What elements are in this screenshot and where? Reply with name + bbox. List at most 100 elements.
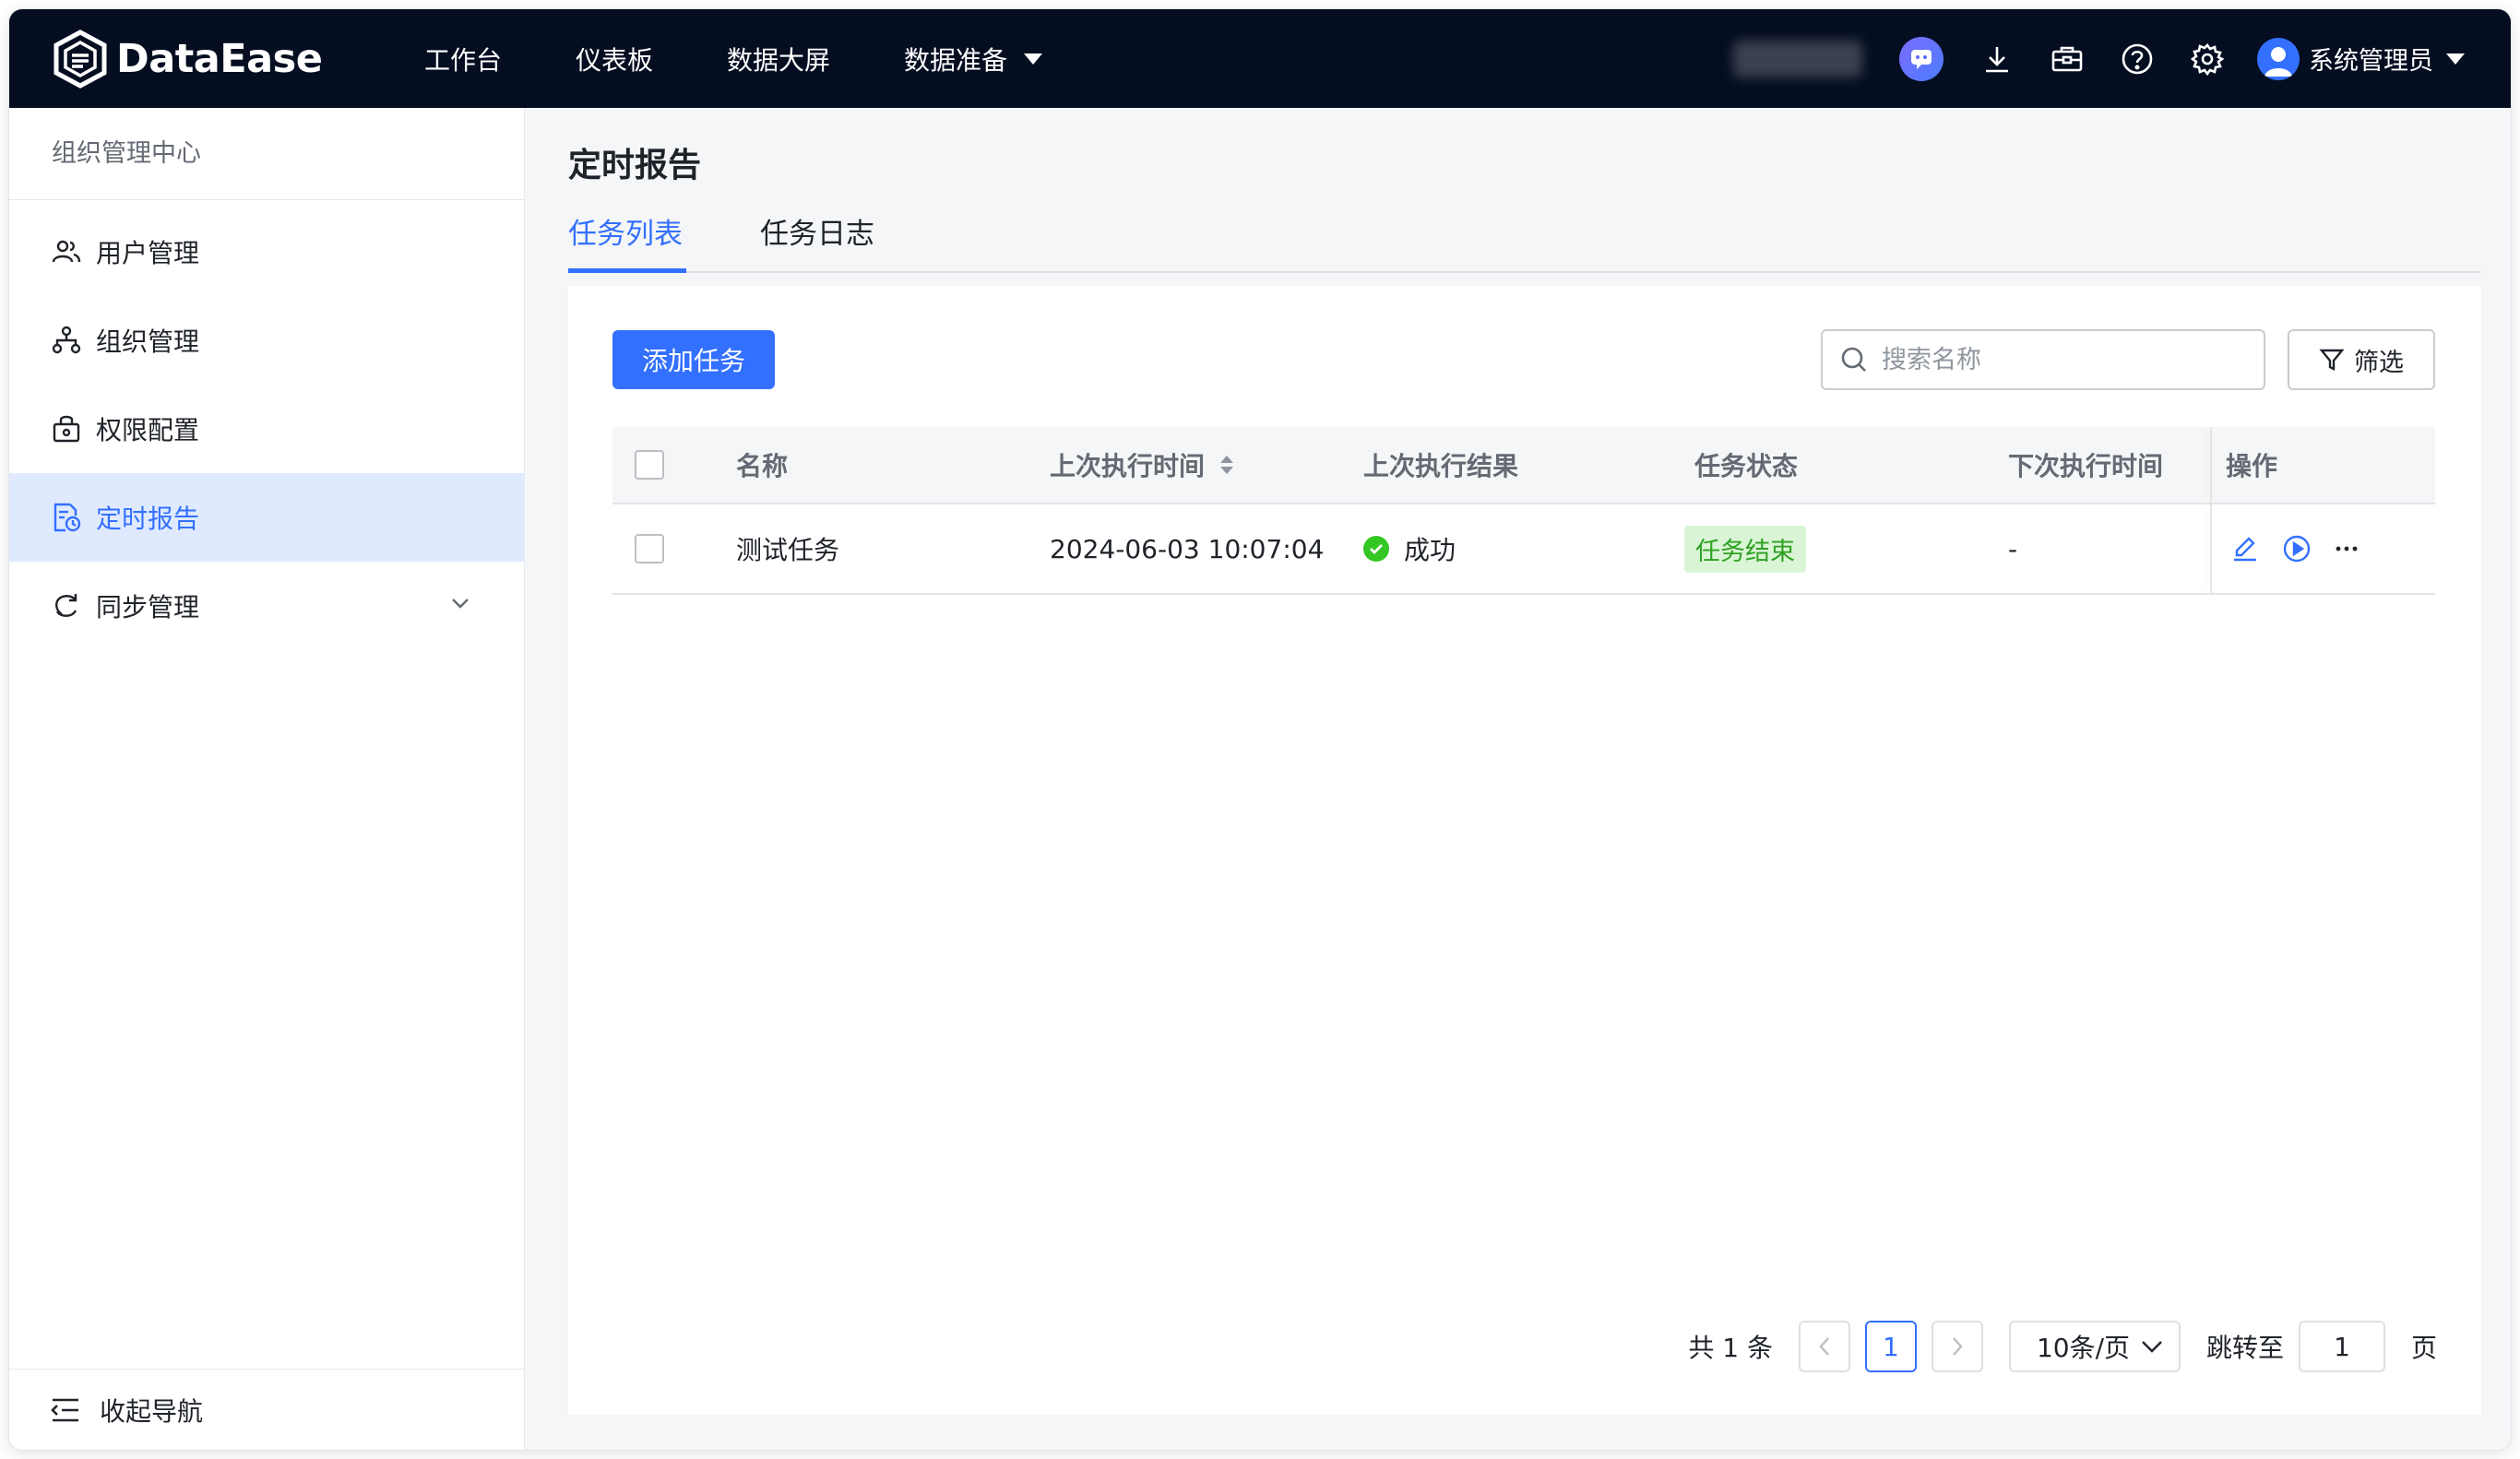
toolbox-icon[interactable] <box>2047 39 2087 79</box>
help-icon[interactable] <box>2117 39 2157 79</box>
app-name: DataEase <box>116 36 323 82</box>
logo[interactable]: DataEase <box>52 30 323 89</box>
sidebar-title: 组织管理中心 <box>9 108 524 200</box>
page-size-label: 10条/页 <box>2036 1333 2131 1363</box>
nav-item-dashboard[interactable]: 仪表板 <box>576 41 653 77</box>
tab-label: 任务列表 <box>568 218 683 251</box>
collapse-nav-label: 收起导航 <box>100 1395 204 1427</box>
filter-icon <box>2319 349 2345 371</box>
nav-item-data-screen[interactable]: 数据大屏 <box>727 41 830 77</box>
sidebar-item-label: 组织管理 <box>96 326 200 357</box>
select-all-cell <box>635 450 664 480</box>
last-run-time: 2024-06-03 10:07:04 <box>1050 533 1325 564</box>
row-checkbox[interactable] <box>635 534 664 563</box>
user-menu[interactable]: 系统管理员 <box>2257 37 2465 80</box>
tab-label: 任务日志 <box>760 218 874 251</box>
search-input[interactable] <box>1882 345 2232 374</box>
caret-down-icon <box>2446 53 2465 65</box>
column-header-last-result: 上次执行结果 <box>1363 451 1519 481</box>
chevron-left-icon <box>1819 1337 1829 1356</box>
column-divider <box>2210 504 2212 593</box>
column-header-next-run-time: 下次执行时间 <box>2008 451 2164 481</box>
user-name: 系统管理员 <box>2309 47 2433 76</box>
nav-item-label: 仪表板 <box>576 44 654 76</box>
chevron-down-icon <box>2142 1341 2162 1353</box>
sidebar-item-label: 同步管理 <box>96 592 200 623</box>
row-actions <box>2229 533 2362 564</box>
more-icon[interactable] <box>2331 533 2362 564</box>
chevron-down-icon <box>452 599 469 609</box>
status-badge: 任务结束 <box>1684 525 1806 573</box>
sort-icon[interactable] <box>1218 453 1236 477</box>
nav-item-label: 工作台 <box>424 44 503 76</box>
sidebar-item-users[interactable]: 用户管理 <box>9 208 524 296</box>
add-task-button[interactable]: 添加任务 <box>612 330 775 389</box>
last-result-label: 成功 <box>1404 535 1456 565</box>
top-right-tools: 系统管理员 <box>1733 9 2465 108</box>
run-icon[interactable] <box>2281 533 2312 564</box>
filter-button[interactable]: 筛选 <box>2288 329 2435 390</box>
page-unit-label: 页 <box>2410 1333 2437 1363</box>
chevron-right-icon <box>1953 1337 1963 1356</box>
sidebar-item-org[interactable]: 组织管理 <box>9 296 524 385</box>
row-select-cell <box>635 534 664 563</box>
task-table: 名称 上次执行时间 上次执行结果 任务状态 下次执行时间 操作 测试任务 202… <box>612 427 2435 595</box>
column-header-status: 任务状态 <box>1694 451 1799 481</box>
main-nav: 工作台 仪表板 数据大屏 数据准备 <box>424 9 1116 108</box>
nav-item-label: 数据准备 <box>904 44 1008 76</box>
jump-page-input[interactable] <box>2298 1321 2385 1372</box>
search-icon <box>1841 347 1866 372</box>
pagination: 共 1 条 1 10条/页 跳转至 页 <box>1688 1321 2437 1372</box>
active-tab-indicator <box>568 268 686 273</box>
prev-page-button[interactable] <box>1798 1321 1850 1372</box>
sync-icon <box>55 594 77 617</box>
table-row: 测试任务 2024-06-03 10:07:04 成功 任务结束 - <box>612 504 2435 595</box>
dataease-logo-icon <box>53 30 107 89</box>
page-size-select[interactable]: 10条/页 <box>2008 1321 2181 1372</box>
caret-down-icon <box>1024 53 1043 65</box>
lock-icon <box>53 415 80 443</box>
avatar <box>2257 37 2300 80</box>
sidebar-item-permissions[interactable]: 权限配置 <box>9 385 524 473</box>
sidebar-item-label: 权限配置 <box>96 415 200 445</box>
task-status: 任务结束 <box>1684 525 1806 573</box>
report-clock-icon <box>53 503 81 532</box>
sidebar-item-label: 定时报告 <box>96 504 200 534</box>
jump-label: 跳转至 <box>2205 1333 2284 1363</box>
total-count: 共 1 条 <box>1688 1333 1773 1363</box>
tab-bar: 任务列表 任务日志 <box>568 194 2481 273</box>
column-header-last-run-time[interactable]: 上次执行时间 <box>1050 446 1236 483</box>
next-run-time: - <box>2008 533 2018 564</box>
top-navbar: DataEase 工作台 仪表板 数据大屏 数据准备 系统管理员 <box>9 9 2511 108</box>
app-window: DataEase 工作台 仪表板 数据大屏 数据准备 系统管理员 组织管理中心 … <box>9 9 2511 1450</box>
next-page-button[interactable] <box>1931 1321 1983 1372</box>
task-name: 测试任务 <box>736 535 840 565</box>
sidebar-item-scheduled-report[interactable]: 定时报告 <box>9 473 524 562</box>
column-header-name: 名称 <box>736 451 789 481</box>
ai-assistant-icon[interactable] <box>1899 36 1943 81</box>
settings-icon[interactable] <box>2187 39 2228 79</box>
filter-label: 筛选 <box>2354 348 2404 377</box>
nav-item-workbench[interactable]: 工作台 <box>424 41 502 77</box>
select-all-checkbox[interactable] <box>635 450 664 480</box>
tab-task-list[interactable]: 任务列表 <box>568 210 683 252</box>
edit-icon[interactable] <box>2229 533 2261 564</box>
users-icon <box>52 240 81 263</box>
sidebar-item-sync[interactable]: 同步管理 <box>9 562 524 650</box>
sidebar: 组织管理中心 用户管理 组织管理 权限配置 定时报告 同步管理 收起导航 <box>9 108 525 1450</box>
page-title: 定时报告 <box>568 147 702 184</box>
download-icon[interactable] <box>1977 39 2017 79</box>
last-result: 成功 <box>1363 530 1456 567</box>
org-tree-icon <box>52 326 81 354</box>
table-header: 名称 上次执行时间 上次执行结果 任务状态 下次执行时间 操作 <box>612 427 2435 504</box>
page-number-button[interactable]: 1 <box>1864 1321 1917 1372</box>
collapse-nav-button[interactable]: 收起导航 <box>9 1369 525 1450</box>
success-check-icon <box>1363 536 1389 562</box>
nav-item-data-prep[interactable]: 数据准备 <box>904 41 1043 77</box>
column-divider <box>2210 427 2212 503</box>
collapse-menu-icon <box>51 1398 78 1421</box>
blurred-info <box>1733 40 1862 77</box>
column-header-label: 上次执行时间 <box>1050 451 1206 481</box>
search-box[interactable] <box>1821 329 2265 390</box>
tab-task-log[interactable]: 任务日志 <box>760 210 874 252</box>
